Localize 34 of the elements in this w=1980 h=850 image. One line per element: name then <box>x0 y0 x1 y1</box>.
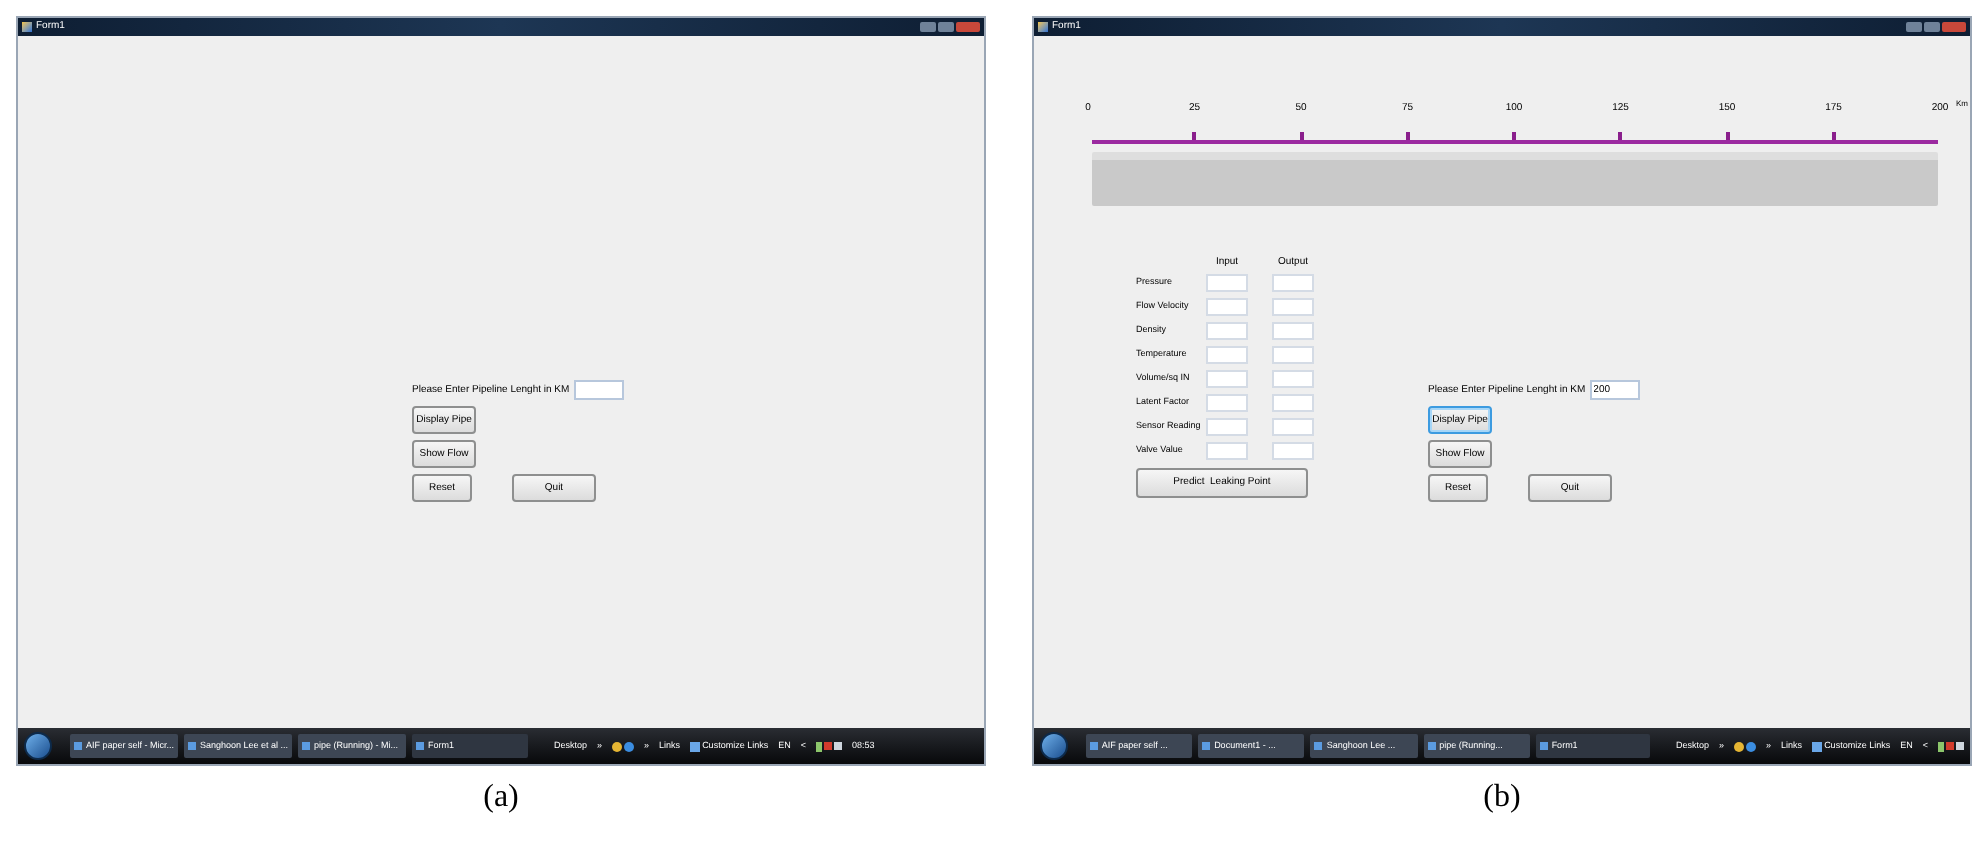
start-button[interactable] <box>24 732 52 760</box>
input-field[interactable] <box>1206 297 1248 315</box>
output-field[interactable] <box>1272 297 1314 315</box>
output-field[interactable] <box>1272 393 1314 411</box>
start-button[interactable] <box>1040 732 1068 760</box>
tick-mark <box>1725 132 1729 140</box>
tick-mark <box>1831 132 1836 140</box>
input-field[interactable] <box>1206 393 1248 411</box>
maximize-icon[interactable] <box>938 22 954 32</box>
input-field[interactable] <box>1206 441 1248 459</box>
figure-caption: (a) <box>483 782 519 814</box>
close-icon[interactable] <box>1942 22 1966 32</box>
output-field[interactable] <box>1272 369 1314 387</box>
tick-mark <box>1405 132 1410 140</box>
output-field[interactable] <box>1272 273 1314 291</box>
input-field[interactable] <box>1206 369 1248 387</box>
figure-caption: (b) <box>1483 782 1521 814</box>
output-field[interactable] <box>1272 441 1314 459</box>
input-field[interactable] <box>1206 345 1248 363</box>
tick-mark <box>1512 132 1516 140</box>
minimize-icon[interactable] <box>1906 22 1922 32</box>
tick-mark <box>1192 132 1197 140</box>
minimize-icon[interactable] <box>920 22 936 32</box>
length-field[interactable] <box>573 380 624 400</box>
input-field[interactable] <box>1206 417 1248 435</box>
input-field[interactable] <box>1206 273 1248 291</box>
output-field[interactable] <box>1272 417 1314 435</box>
maximize-icon[interactable] <box>1924 22 1940 32</box>
output-field[interactable] <box>1272 345 1314 363</box>
tick-mark <box>1618 132 1623 140</box>
tick-mark <box>1299 132 1303 140</box>
close-icon[interactable] <box>956 22 980 32</box>
output-field[interactable] <box>1272 321 1314 339</box>
input-field[interactable] <box>1206 321 1248 339</box>
